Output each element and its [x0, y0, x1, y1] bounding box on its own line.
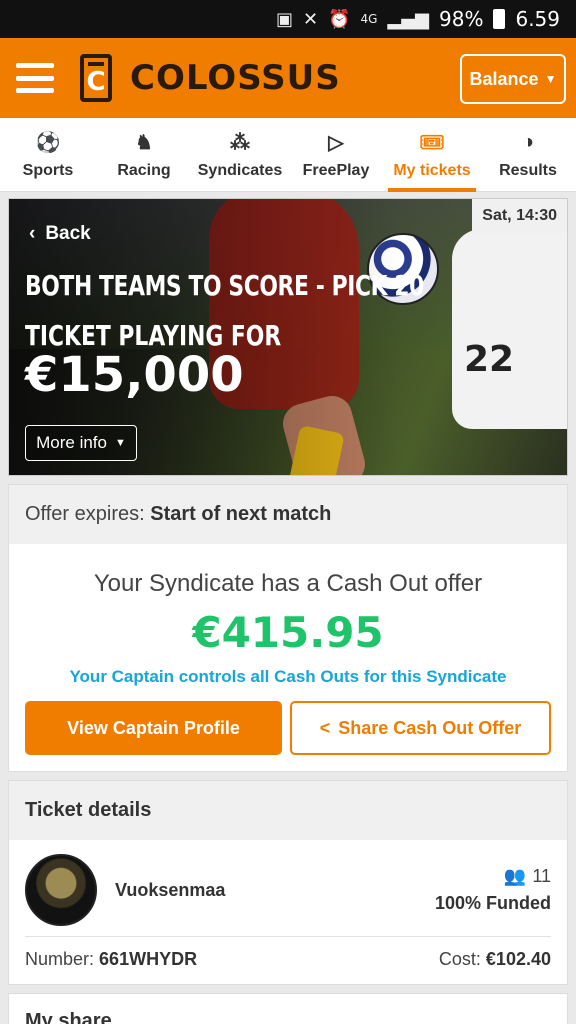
- avatar[interactable]: [25, 854, 97, 926]
- match-date: Sat, 14:30: [472, 199, 567, 233]
- network-type: 4G: [360, 12, 378, 26]
- tab-syndicates[interactable]: ⁂ Syndicates: [192, 118, 288, 191]
- clock: 6.59: [515, 7, 560, 31]
- tab-racing[interactable]: ♞ Racing: [96, 118, 192, 191]
- offer-expiry: Offer expires: Start of next match: [9, 485, 567, 544]
- horse-icon: ♞: [135, 132, 153, 154]
- more-info-button[interactable]: More info ▼: [25, 425, 137, 461]
- battery-percent: 98%: [439, 7, 484, 31]
- battery-icon: [493, 9, 506, 29]
- share-cash-out-button[interactable]: < Share Cash Out Offer: [290, 701, 551, 755]
- captain-note: Your Captain controls all Cash Outs for …: [69, 667, 507, 686]
- ticket-hero-banner: 22 Sat, 14:30 ‹ Back BOTH TEAMS TO SCORE…: [8, 198, 568, 476]
- view-captain-profile-button[interactable]: View Captain Profile: [25, 701, 282, 755]
- menu-icon[interactable]: [16, 63, 54, 93]
- my-share-heading: My share: [25, 1010, 112, 1024]
- app-header: C COLOSSUS Balance ▼: [0, 38, 576, 118]
- cash-out-title: Your Syndicate has a Cash Out offer: [93, 570, 483, 597]
- ticket-number: Number: 661WHYDR: [25, 949, 198, 969]
- prize-amount: €15,000: [25, 347, 244, 403]
- tab-freeplay[interactable]: ▷ FreePlay: [288, 118, 384, 191]
- status-bar: ▣ ✕ ⏰ 4G ▂▄▆ 98% 6.59: [0, 0, 576, 38]
- alarm-icon: ⏰: [328, 8, 351, 30]
- people-icon: 👥: [503, 866, 527, 886]
- ticket-title: BOTH TEAMS TO SCORE - PICK 20: [25, 269, 424, 302]
- chevron-down-icon: ▼: [544, 72, 557, 86]
- chevron-left-icon: ‹: [29, 223, 36, 244]
- sim-icon: ▣: [276, 8, 294, 30]
- balance-button[interactable]: Balance ▼: [460, 54, 566, 104]
- signal-icon: ▂▄▆: [387, 8, 430, 30]
- chevron-down-icon: ▼: [114, 437, 126, 449]
- page-content: 22 Sat, 14:30 ‹ Back BOTH TEAMS TO SCORE…: [0, 192, 576, 1024]
- cash-out-amount: €415.95: [192, 608, 384, 657]
- main-nav: ⚽ Sports ♞ Racing ⁂ Syndicates ▷ FreePla…: [0, 118, 576, 192]
- tab-sports[interactable]: ⚽ Sports: [0, 118, 96, 191]
- my-share-card: My share: [8, 993, 568, 1024]
- ticket-cost: Cost: €102.40: [438, 949, 551, 969]
- mute-icon: ✕: [303, 8, 319, 30]
- member-count: 👥 11: [503, 866, 551, 886]
- syndicates-icon: ⁂: [230, 132, 250, 154]
- football-icon: ⚽: [35, 132, 61, 154]
- tab-my-tickets[interactable]: 🎟 My tickets: [384, 118, 480, 192]
- ticket-details-card: Ticket details Vuoksenmaa 👥 11 100% Fund…: [8, 780, 568, 985]
- captain-username[interactable]: Vuoksenmaa: [115, 880, 435, 901]
- brand-name: COLOSSUS: [130, 58, 341, 98]
- share-icon: <: [319, 717, 331, 738]
- ticket-details-heading: Ticket details: [9, 781, 567, 840]
- funded-status: 100% Funded: [434, 893, 551, 913]
- results-icon: ◑: [521, 131, 535, 153]
- balance-label: Balance: [469, 68, 539, 89]
- logo-mark: C: [80, 54, 112, 102]
- play-icon: ▷: [328, 132, 344, 154]
- ticket-icon: 🎟: [419, 132, 445, 154]
- cash-out-card: Offer expires: Start of next match Your …: [8, 484, 568, 772]
- tab-results[interactable]: ◑ Results: [480, 118, 576, 191]
- back-button[interactable]: ‹ Back: [29, 223, 91, 245]
- logo[interactable]: C COLOSSUS: [80, 54, 341, 102]
